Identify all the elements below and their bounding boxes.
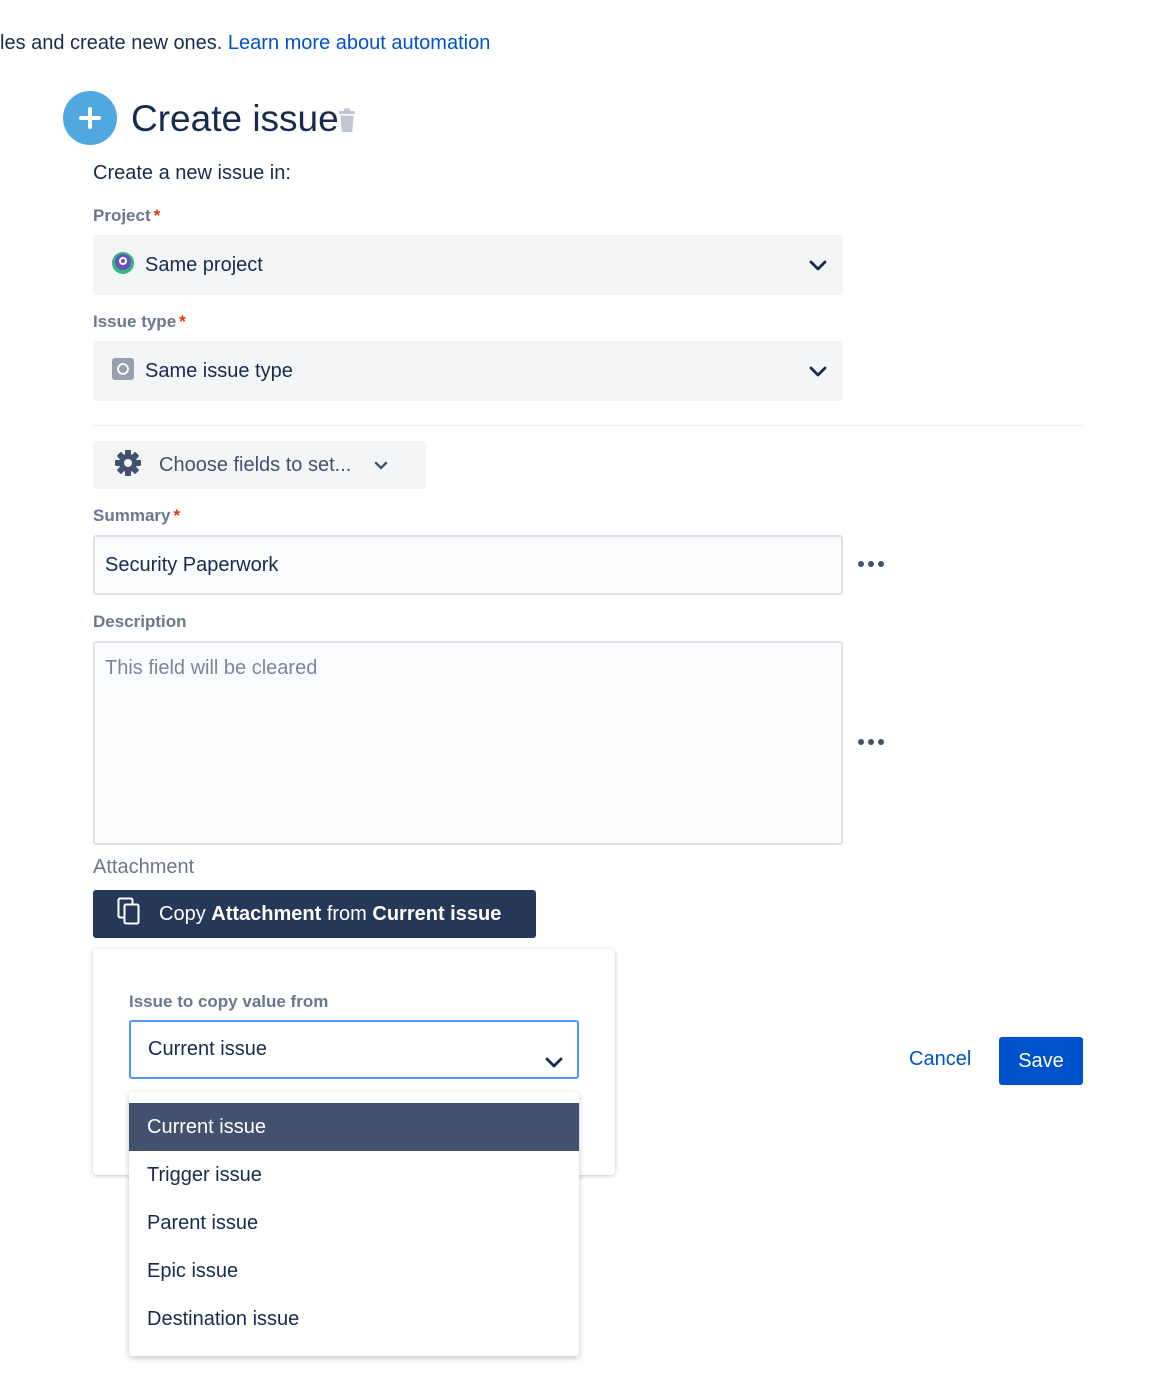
choose-fields-button[interactable]: Choose fields to set... bbox=[93, 441, 426, 489]
form-subheading: Create a new issue in: bbox=[93, 162, 291, 184]
create-issue-plus-icon bbox=[63, 91, 117, 145]
page-title: Create issue bbox=[131, 98, 339, 139]
project-label-text: Project bbox=[93, 206, 151, 225]
menu-option-current-issue[interactable]: Current issue bbox=[129, 1103, 579, 1151]
save-button[interactable]: Save bbox=[999, 1037, 1083, 1085]
copy-field-name: Attachment bbox=[211, 902, 322, 925]
dot bbox=[858, 561, 864, 567]
intro-text-body: les and create new ones. bbox=[0, 32, 228, 54]
menu-option-parent-issue[interactable]: Parent issue bbox=[129, 1199, 579, 1247]
issue-type-select-value: Same issue type bbox=[145, 359, 293, 382]
learn-more-link[interactable]: Learn more about automation bbox=[228, 32, 490, 54]
description-textarea[interactable]: This field will be cleared bbox=[93, 641, 843, 845]
issue-to-copy-label: Issue to copy value from bbox=[129, 992, 329, 1011]
intro-text: les and create new ones. Learn more abou… bbox=[0, 32, 490, 55]
issue-type-icon bbox=[111, 357, 135, 386]
copy-attachment-button[interactable]: Copy Attachment from Current issue bbox=[93, 890, 536, 938]
description-more-icon[interactable] bbox=[858, 739, 884, 745]
project-label: Project * bbox=[93, 206, 160, 226]
issue-source-select[interactable]: Current issue bbox=[129, 1020, 579, 1079]
project-select-value: Same project bbox=[145, 253, 263, 276]
attachment-label: Attachment bbox=[93, 856, 195, 878]
dot bbox=[868, 561, 874, 567]
dot bbox=[878, 561, 884, 567]
section-divider bbox=[93, 425, 1083, 426]
chevron-down-icon bbox=[373, 457, 389, 473]
copy-attachment-label: Copy Attachment from Current issue bbox=[159, 903, 501, 926]
required-marker: * bbox=[153, 206, 161, 225]
issue-source-menu: Current issue Trigger issue Parent issue… bbox=[129, 1092, 579, 1356]
menu-option-epic-issue[interactable]: Epic issue bbox=[129, 1247, 579, 1295]
dot bbox=[878, 739, 884, 745]
issue-type-label: Issue type * bbox=[93, 312, 186, 332]
copy-prefix: Copy bbox=[159, 902, 212, 925]
menu-option-destination-issue[interactable]: Destination issue bbox=[129, 1295, 579, 1343]
project-select[interactable]: Same project bbox=[93, 235, 843, 295]
dot bbox=[858, 739, 864, 745]
issue-source-select-value: Current issue bbox=[148, 1038, 267, 1060]
copy-icon bbox=[117, 897, 141, 931]
choose-fields-label: Choose fields to set... bbox=[159, 453, 352, 476]
chevron-down-icon bbox=[543, 1040, 565, 1095]
gear-icon bbox=[113, 448, 143, 483]
chevron-down-icon bbox=[807, 360, 829, 387]
summary-label: Summary * bbox=[93, 506, 180, 526]
summary-label-text: Summary bbox=[93, 506, 171, 525]
required-marker: * bbox=[179, 312, 186, 331]
copy-middle: from bbox=[321, 902, 373, 925]
cancel-button[interactable]: Cancel bbox=[909, 1048, 971, 1071]
trash-icon[interactable] bbox=[337, 108, 357, 134]
issue-type-select[interactable]: Same issue type bbox=[93, 341, 843, 401]
dot bbox=[868, 739, 874, 745]
description-label: Description bbox=[93, 612, 187, 631]
copy-source-name: Current issue bbox=[372, 902, 502, 925]
project-avatar-icon bbox=[111, 251, 135, 280]
menu-option-trigger-issue[interactable]: Trigger issue bbox=[129, 1151, 579, 1199]
summary-input[interactable]: Security Paperwork bbox=[93, 535, 843, 595]
summary-more-icon[interactable] bbox=[858, 561, 884, 567]
required-marker: * bbox=[173, 506, 181, 525]
chevron-down-icon bbox=[807, 254, 829, 281]
issue-type-label-text: Issue type bbox=[93, 312, 177, 331]
